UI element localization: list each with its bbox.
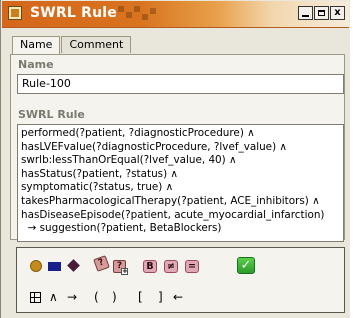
maximize-button[interactable] — [314, 6, 329, 20]
insert-individual-icon[interactable] — [67, 259, 80, 272]
plus-icon: + — [121, 267, 128, 275]
rule-line: symptomatic(?status, true) ∧ — [21, 181, 174, 194]
rule-line: hasStatus(?patient, ?status) ∧ — [21, 167, 179, 180]
window-controls: x — [298, 6, 345, 20]
insert-property-icon[interactable] — [48, 262, 61, 271]
tab-bar: Name Comment — [12, 36, 132, 54]
rule-line: hasDiseaseEpisode(?patient, acute_myocar… — [21, 208, 325, 221]
insert-right-bracket-button[interactable]: ] — [158, 290, 163, 304]
rule-line: performed(?patient, ?diagnosticProcedure… — [21, 127, 255, 139]
toolbar-row-entities: ? ? + B ≠ = ✓ — [17, 248, 344, 278]
backspace-button[interactable]: ← — [173, 290, 183, 304]
rule-name-input[interactable]: Rule-100 — [17, 74, 344, 94]
maximize-icon — [318, 10, 325, 16]
ok-check-button[interactable]: ✓ — [237, 257, 255, 274]
swrl-rule-editor[interactable]: performed(?patient, ?diagnosticProcedure… — [17, 124, 344, 242]
rule-editor-toolbar: ? ? + B ≠ = ✓ ∧ → ( ) [ ] ← — [16, 247, 345, 313]
tab-name[interactable]: Name — [12, 36, 61, 54]
title-decoration — [118, 4, 158, 24]
grid-icon[interactable] — [30, 292, 41, 303]
insert-and-button[interactable]: ∧ — [49, 290, 58, 304]
toolbar-row-operators: ∧ → ( ) [ ] ← — [17, 280, 344, 310]
close-button[interactable]: x — [330, 6, 345, 20]
insert-builtin-button[interactable]: B — [143, 260, 157, 273]
insert-variable-button[interactable]: ? — [93, 255, 110, 272]
window-title: SWRL Rule — [30, 5, 117, 21]
swrl-rule-section-label: SWRL Rule — [18, 108, 85, 121]
title-bar[interactable]: SWRL Rule x — [2, 1, 349, 28]
insert-right-paren-button[interactable]: ) — [112, 290, 117, 304]
rule-line: takesPharmacologicalTherapy(?patient, AC… — [21, 194, 320, 207]
rule-line-consequent: → suggestion(?patient, BetaBlockers) — [21, 222, 222, 235]
insert-left-bracket-button[interactable]: [ — [138, 290, 143, 304]
insert-left-paren-button[interactable]: ( — [94, 290, 99, 304]
rule-line: swrlb:lessThanOrEqual(?lvef_value, 40) ∧ — [21, 154, 237, 167]
insert-class-icon[interactable] — [30, 260, 42, 272]
app-icon — [8, 6, 22, 20]
minimize-button[interactable] — [298, 6, 313, 20]
rule-line: hasLVEFvalue(?diagnosticProcedure, ?lvef… — [21, 140, 288, 153]
minimize-icon — [302, 15, 309, 17]
name-section-label: Name — [18, 58, 54, 71]
swrl-rule-window: SWRL Rule x Name Comment Name Rule-100 S… — [0, 0, 350, 318]
tab-comment[interactable]: Comment — [61, 36, 132, 53]
insert-different-from-button[interactable]: ≠ — [164, 260, 178, 273]
insert-same-as-button[interactable]: = — [185, 260, 199, 273]
insert-implies-button[interactable]: → — [67, 290, 77, 304]
